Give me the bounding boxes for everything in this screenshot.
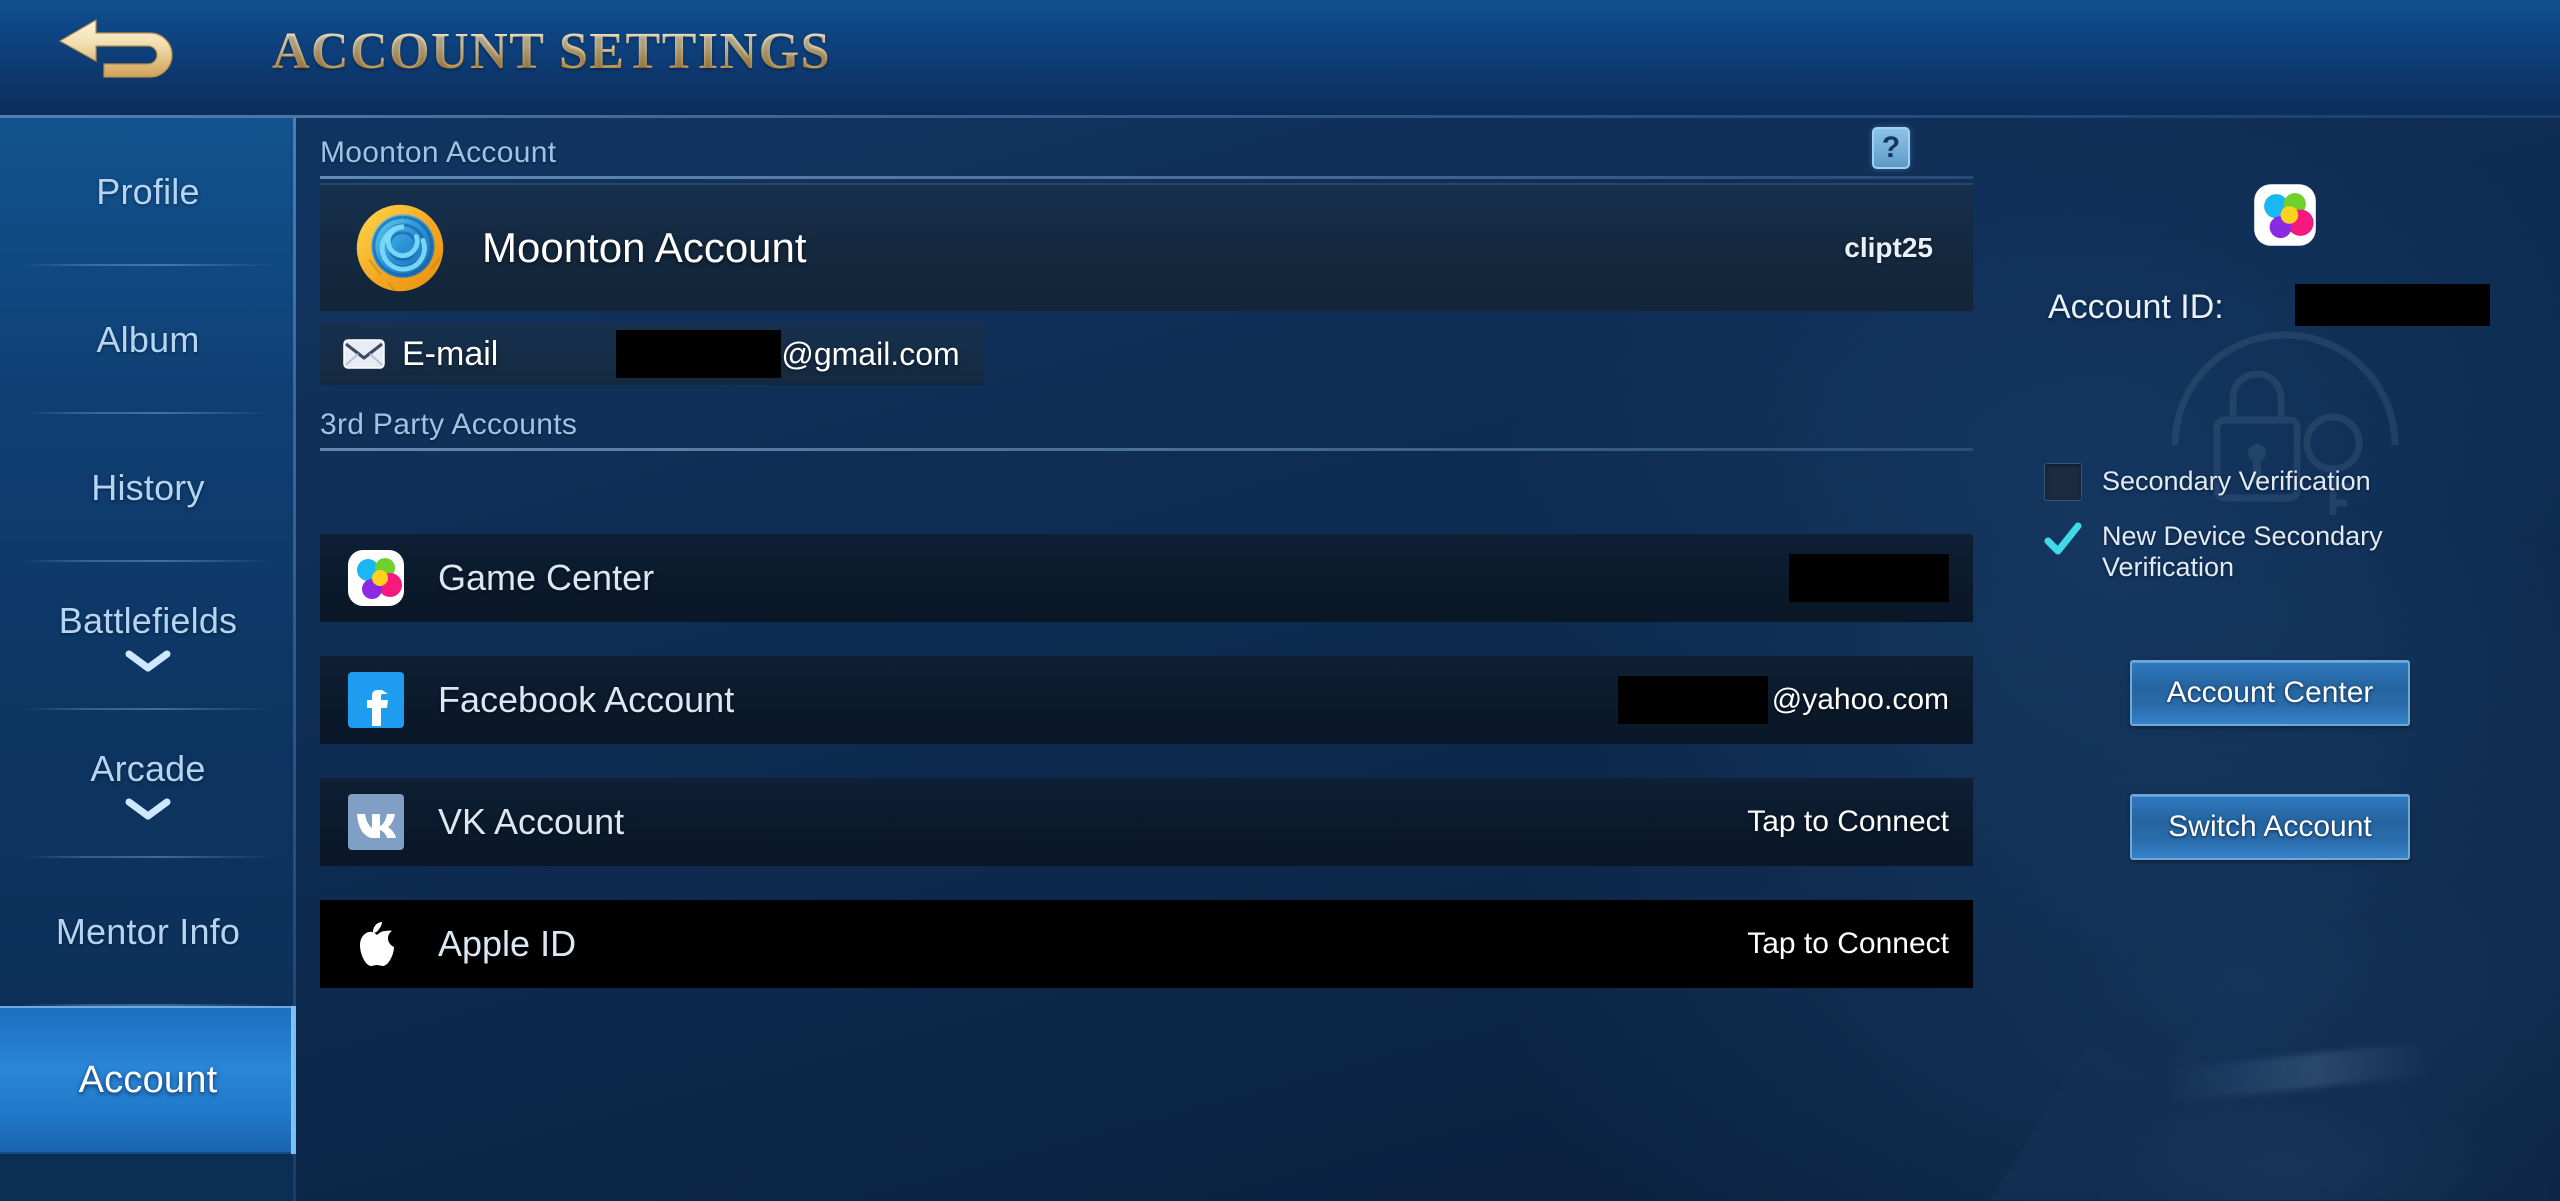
facebook-icon bbox=[348, 672, 404, 728]
sidebar-item-mentor-info[interactable]: Mentor Info bbox=[0, 858, 296, 1006]
facebook-domain: @yahoo.com bbox=[1771, 683, 1949, 716]
account-id-redaction-box bbox=[2295, 284, 2490, 326]
facebook-redaction-box bbox=[1617, 676, 1768, 724]
new-device-secondary-verification-checkbox-row[interactable]: New Device Secondary Verification bbox=[2044, 521, 2524, 583]
secondary-verification-checkbox-row[interactable]: Secondary Verification bbox=[2044, 463, 2524, 501]
sidebar-item-arcade[interactable]: Arcade bbox=[0, 710, 296, 858]
help-icon[interactable]: ? bbox=[1872, 127, 1910, 169]
third-party-value bbox=[1789, 554, 1949, 602]
switch-account-button[interactable]: Switch Account bbox=[2130, 794, 2410, 860]
checkbox-checked-icon[interactable] bbox=[2044, 521, 2082, 559]
sidebar-nav: Profile Album History Battlefields Arcad… bbox=[0, 118, 296, 1201]
game-center-icon bbox=[348, 550, 404, 606]
game-center-avatar-icon[interactable] bbox=[2252, 182, 2318, 248]
moonton-account-name: Moonton Account bbox=[482, 224, 807, 271]
moonton-account-row[interactable]: Moonton Account clipt25 bbox=[320, 183, 1973, 311]
sidebar-item-battlefields[interactable]: Battlefields bbox=[0, 562, 296, 710]
third-party-row-vk[interactable]: VK Account Tap to Connect bbox=[320, 778, 1973, 866]
third-party-label: Apple ID bbox=[438, 923, 577, 964]
main-content: Moonton Account ? Moonton Account clipt2… bbox=[300, 118, 2000, 1201]
third-party-label: Facebook Account bbox=[438, 679, 735, 720]
account-center-button[interactable]: Account Center bbox=[2130, 660, 2410, 726]
envelope-icon bbox=[343, 339, 385, 369]
divider bbox=[320, 176, 1973, 179]
sidebar-item-profile[interactable]: Profile bbox=[0, 118, 296, 266]
back-button[interactable] bbox=[54, 14, 188, 92]
third-party-value: Tap to Connect bbox=[1747, 805, 1949, 838]
sidebar-item-label: Profile bbox=[96, 171, 200, 212]
moonton-section-title: Moonton Account bbox=[320, 136, 557, 169]
third-party-value: @yahoo.com bbox=[1617, 676, 1949, 724]
third-party-value: Tap to Connect bbox=[1747, 927, 1949, 960]
checkbox-label: Secondary Verification bbox=[2102, 466, 2371, 497]
sidebar-item-label: Account bbox=[78, 1058, 218, 1101]
sidebar-item-label: Arcade bbox=[90, 748, 206, 789]
email-domain: @gmail.com bbox=[781, 335, 960, 372]
checkbox-label: New Device Secondary Verification bbox=[2102, 521, 2383, 583]
email-label: E-mail bbox=[402, 334, 499, 373]
vk-icon bbox=[348, 794, 404, 850]
sidebar-item-label: Mentor Info bbox=[55, 911, 241, 952]
right-panel: Account ID: Secondary Verification New D… bbox=[2000, 118, 2560, 1201]
sidebar-item-history[interactable]: History bbox=[0, 414, 296, 562]
sidebar-item-account[interactable]: Account bbox=[0, 1006, 296, 1154]
third-party-label: VK Account bbox=[438, 801, 625, 842]
moonton-spiral-logo-icon bbox=[356, 204, 444, 292]
account-settings-screen: ACCOUNT SETTINGS Profile Album History B… bbox=[0, 0, 2560, 1201]
sidebar-item-label: Battlefields bbox=[58, 600, 238, 641]
page-title: ACCOUNT SETTINGS bbox=[272, 23, 832, 80]
third-party-row-apple-id[interactable]: Apple ID Tap to Connect bbox=[320, 900, 1973, 988]
account-id-label: Account ID: bbox=[2048, 288, 2224, 326]
third-party-row-game-center[interactable]: Game Center bbox=[320, 534, 1973, 622]
sidebar-item-label: Album bbox=[96, 319, 200, 360]
game-center-redaction-box bbox=[1789, 554, 1949, 602]
third-party-row-facebook[interactable]: Facebook Account @yahoo.com bbox=[320, 656, 1973, 744]
email-redaction-box bbox=[616, 330, 782, 378]
sidebar-item-label: History bbox=[91, 467, 205, 508]
third-party-section-title: 3rd Party Accounts bbox=[320, 408, 578, 441]
app-header: ACCOUNT SETTINGS bbox=[0, 0, 2560, 118]
back-arrow-icon bbox=[58, 18, 173, 78]
checkbox-unchecked-icon[interactable] bbox=[2044, 463, 2082, 501]
divider bbox=[320, 448, 1973, 451]
email-row[interactable]: E-mail @gmail.com bbox=[320, 323, 984, 385]
third-party-label: Game Center bbox=[438, 557, 655, 598]
chevron-down-icon bbox=[125, 798, 171, 820]
apple-icon bbox=[360, 922, 394, 966]
sidebar-item-album[interactable]: Album bbox=[0, 266, 296, 414]
chevron-down-icon bbox=[125, 650, 171, 672]
checkmark-icon bbox=[2044, 522, 2082, 555]
moonton-account-username: clipt25 bbox=[1844, 232, 1933, 263]
